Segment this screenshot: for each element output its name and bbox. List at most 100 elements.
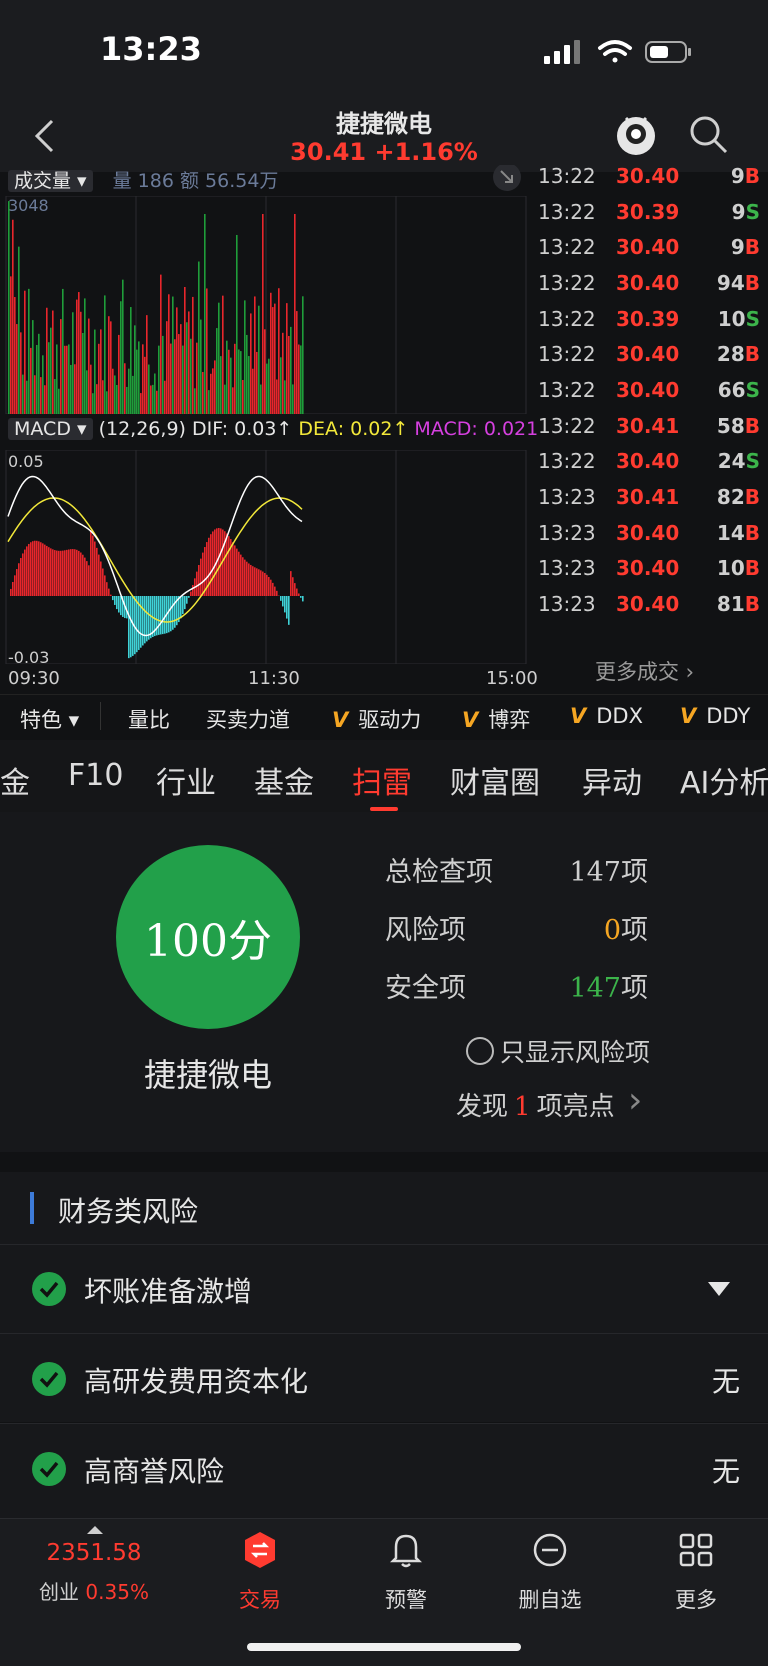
indicator-ddy[interactable]: VDDY — [680, 704, 750, 728]
volume-bar — [300, 345, 302, 414]
trade-price: 30.39 — [616, 307, 706, 331]
volume-bar — [266, 364, 268, 414]
index-value[interactable]: 2351.58 — [28, 1540, 160, 1566]
nav-trade-label[interactable]: 交易 — [210, 1584, 310, 1614]
nav-remove-favorite-label[interactable]: 删自选 — [500, 1584, 600, 1614]
macd-bar — [144, 596, 146, 643]
indicator-game[interactable]: V博弈 — [462, 704, 530, 734]
macd-bar — [264, 573, 266, 596]
more-trades-link[interactable]: 更多成交 › — [595, 656, 694, 686]
volume-bar — [84, 298, 86, 414]
trade-side: B — [745, 485, 760, 509]
risk-row-status: 无 — [700, 1360, 740, 1400]
volume-bar — [210, 374, 212, 414]
volume-bar — [12, 220, 14, 414]
macd-bar — [238, 552, 240, 596]
macd-bar — [236, 549, 238, 596]
volume-bar — [42, 355, 44, 414]
volume-bar — [228, 350, 230, 414]
volume-bar — [254, 296, 256, 414]
macd-bar — [218, 528, 220, 596]
volume-bar — [8, 201, 10, 414]
volume-bar — [16, 324, 18, 414]
score-value: 100分 — [116, 905, 300, 969]
chevron-right-icon[interactable]: › — [628, 1080, 642, 1121]
tab-industry[interactable]: 行业 — [156, 758, 216, 802]
trade-side: S — [746, 200, 760, 224]
nav-alert-label[interactable]: 预警 — [356, 1584, 456, 1614]
macd-bar — [284, 596, 286, 612]
indicator-ddx[interactable]: VDDX — [570, 704, 643, 728]
search-icon[interactable] — [688, 114, 730, 156]
macd-bar — [248, 563, 250, 596]
index-name-change[interactable]: 创业 0.35% — [28, 1576, 160, 1605]
trade-volume: 58B — [706, 414, 760, 438]
trade-icon[interactable] — [242, 1530, 278, 1570]
tab-f10[interactable]: F10 — [68, 758, 123, 793]
remove-favorite-icon[interactable] — [532, 1532, 568, 1568]
battery-icon — [646, 42, 691, 62]
signal-icon — [544, 40, 580, 64]
volume-bar — [108, 316, 110, 414]
volume-bar — [206, 288, 208, 414]
more-grid-icon[interactable] — [678, 1532, 714, 1568]
volume-bar — [186, 322, 188, 414]
macd-bar — [260, 570, 262, 596]
macd-bar — [200, 559, 202, 596]
volume-bar — [32, 320, 34, 414]
volume-bar — [136, 350, 138, 414]
volume-bar — [270, 293, 272, 414]
macd-bar — [88, 565, 90, 596]
macd-bar — [232, 542, 234, 596]
macd-bar — [130, 596, 132, 657]
macd-params: (12,26,9) — [99, 418, 186, 440]
macd-bar — [292, 577, 294, 596]
volume-bar — [80, 312, 82, 414]
scan-panel — [0, 812, 768, 1152]
trade-row: 13:2230.4158B — [532, 408, 768, 444]
macd-selector[interactable]: MACD ▾ — [8, 418, 93, 440]
nav-more-label[interactable]: 更多 — [646, 1584, 746, 1614]
macd-dea: DEA: 0.02↑ — [298, 418, 408, 440]
macd-bar — [76, 550, 78, 596]
expand-icon[interactable] — [490, 165, 524, 193]
trade-side: B — [745, 271, 760, 295]
only-risk-radio[interactable] — [466, 1037, 494, 1065]
macd-bar — [80, 553, 82, 596]
tab-wealth-circle[interactable]: 财富圈 — [450, 758, 540, 802]
tab-funds[interactable]: 基金 — [254, 758, 314, 802]
mascot-icon[interactable] — [614, 112, 658, 158]
macd-bar — [252, 566, 254, 596]
volume-bar — [250, 313, 252, 414]
triangle-down-icon[interactable] — [706, 1280, 732, 1298]
indicator-buy-sell-force[interactable]: 买卖力道 — [206, 704, 290, 734]
volume-bar — [148, 365, 150, 414]
volume-selector[interactable]: 成交量 ▾ — [8, 170, 93, 192]
macd-bar — [26, 546, 28, 596]
trade-volume: 10B — [706, 556, 760, 580]
tab-movement[interactable]: 异动 — [582, 758, 642, 802]
status-time: 13:23 — [100, 30, 202, 68]
bell-icon[interactable] — [388, 1530, 424, 1570]
trade-time: 13:22 — [532, 342, 616, 366]
macd-bar — [140, 596, 142, 648]
highlight-link[interactable]: 发现1项亮点 — [456, 1086, 615, 1123]
trade-price: 30.39 — [616, 200, 706, 224]
indicator-volume-ratio[interactable]: 量比 — [128, 704, 170, 734]
trade-list[interactable]: 13:2230.409B13:2230.399S13:2230.409B13:2… — [532, 158, 768, 622]
tab-minesweep[interactable]: 扫雷 — [352, 758, 412, 802]
volume-bar — [232, 387, 234, 414]
tab-ai-analysis[interactable]: AI分析 — [680, 758, 768, 802]
only-risk-label[interactable]: 只显示风险项 — [500, 1033, 650, 1069]
macd-bar — [54, 550, 56, 596]
volume-bar — [30, 348, 32, 414]
tab-fund-flow[interactable]: 金 — [0, 758, 30, 802]
trade-price: 30.40 — [616, 521, 706, 545]
trade-row: 13:2330.4081B — [532, 586, 768, 622]
special-dropdown[interactable]: 特色 ▾ — [20, 704, 79, 734]
macd-bar — [94, 542, 96, 596]
macd-bar — [82, 555, 84, 596]
macd-bar — [72, 549, 74, 596]
macd-bar — [10, 589, 12, 596]
indicator-drive[interactable]: V驱动力 — [332, 704, 421, 734]
